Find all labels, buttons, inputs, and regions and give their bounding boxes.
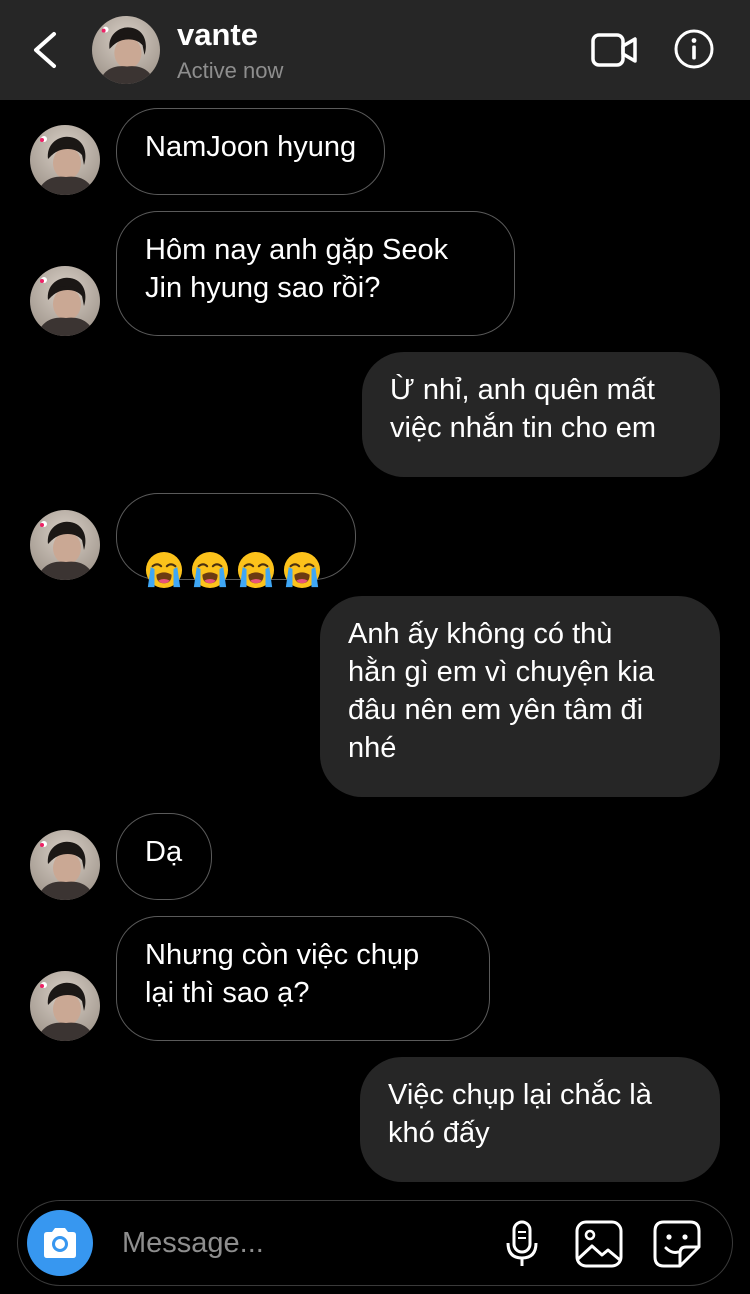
camera-button[interactable] xyxy=(27,1210,93,1276)
loudly-crying-face-icon xyxy=(237,551,275,589)
loudly-crying-face-icon xyxy=(191,551,229,589)
incoming-message[interactable]: Hôm nay anh gặp Seok Jin hyung sao rồi? xyxy=(116,211,515,336)
contact-name[interactable]: vante xyxy=(177,17,258,53)
emoji-message xyxy=(145,551,327,589)
avatar[interactable] xyxy=(30,266,100,336)
microphone-icon[interactable] xyxy=(502,1219,542,1269)
incoming-message[interactable]: Nhưng còn việc chụp lại thì sao ạ? xyxy=(116,916,490,1041)
loudly-crying-face-icon xyxy=(283,551,321,589)
video-camera-icon[interactable] xyxy=(590,30,638,70)
message-composer: Message... xyxy=(17,1200,733,1286)
avatar[interactable] xyxy=(30,510,100,580)
outgoing-message[interactable]: Ừ nhỉ, anh quên mất việc nhắn tin cho em xyxy=(362,352,720,477)
gallery-icon[interactable] xyxy=(574,1219,624,1269)
sticker-icon[interactable] xyxy=(652,1219,702,1269)
loudly-crying-face-icon xyxy=(145,551,183,589)
message-input[interactable]: Message... xyxy=(122,1227,264,1260)
chat-header: vante Active now xyxy=(0,0,750,100)
outgoing-message[interactable]: Việc chụp lại chắc là khó đấy xyxy=(360,1057,720,1182)
info-icon[interactable] xyxy=(673,28,715,70)
avatar[interactable] xyxy=(92,16,160,84)
camera-icon xyxy=(44,1228,76,1258)
avatar[interactable] xyxy=(30,125,100,195)
incoming-message[interactable]: NamJoon hyung xyxy=(116,108,386,195)
outgoing-message[interactable]: Anh ấy không có thù hằn gì em vì chuyện … xyxy=(320,596,720,797)
avatar[interactable] xyxy=(30,830,100,900)
incoming-message[interactable]: Dạ xyxy=(116,813,212,900)
chevron-left-icon[interactable] xyxy=(28,28,64,72)
active-status: Active now xyxy=(177,58,284,83)
incoming-message[interactable] xyxy=(116,493,356,580)
avatar[interactable] xyxy=(30,971,100,1041)
